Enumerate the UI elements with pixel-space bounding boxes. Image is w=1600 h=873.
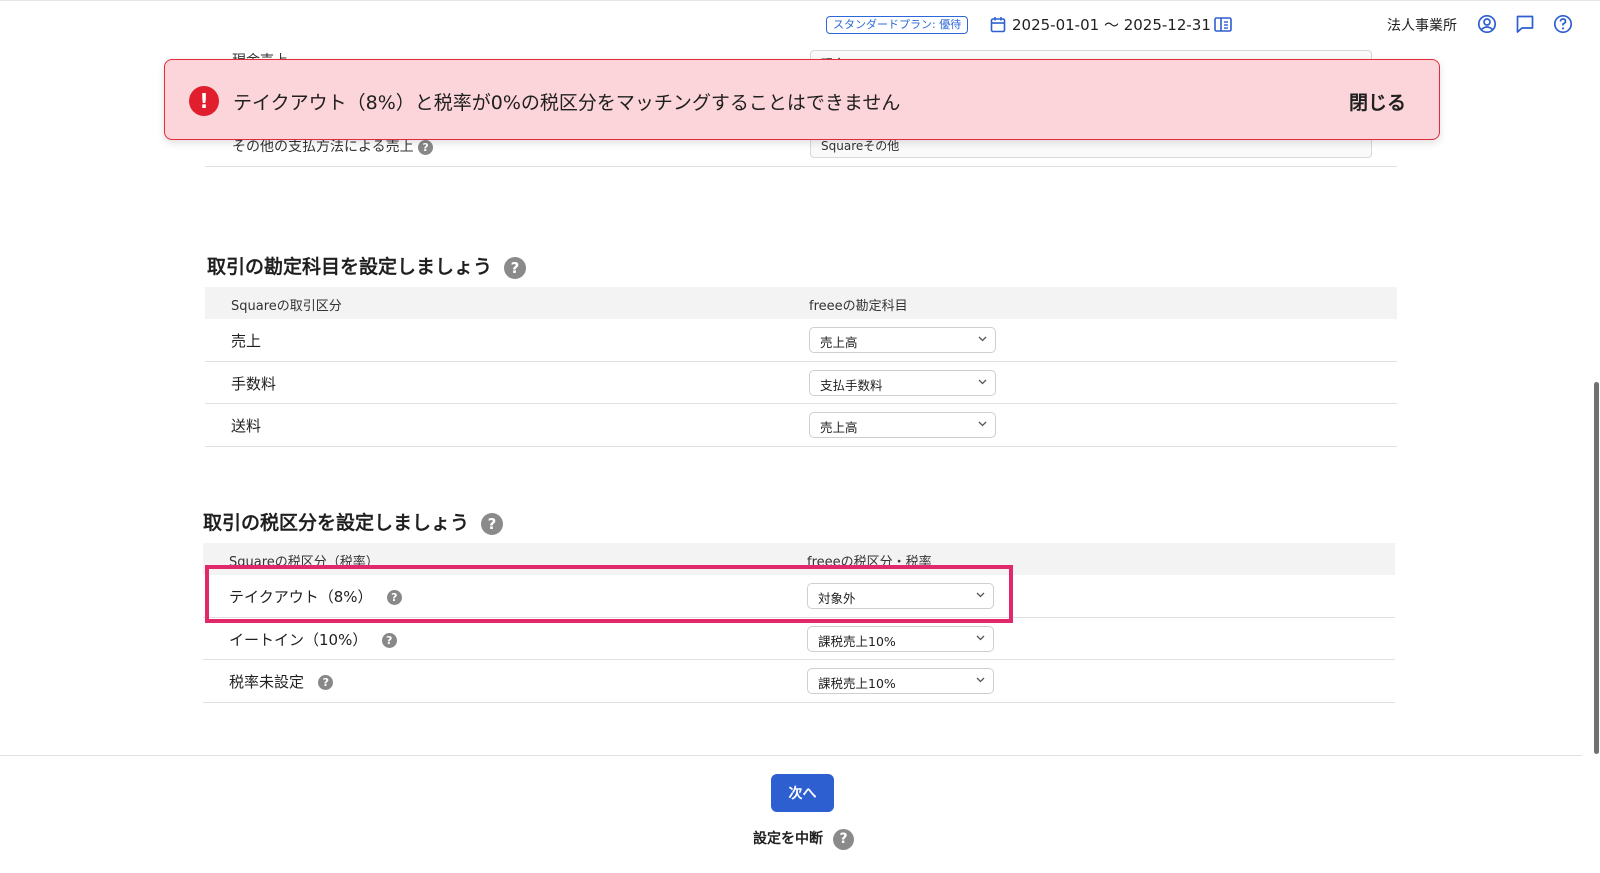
row-label: 税率未設定 ? [229, 671, 334, 692]
toast-message: テイクアウト（8%）と税率が0%の税区分をマッチングすることはできません [233, 92, 901, 114]
help-icon[interactable]: ? [381, 632, 397, 648]
row-label: 売上 [231, 332, 262, 350]
chevron-down-icon [976, 635, 985, 640]
row-label: イートイン（10%） ? [229, 629, 397, 650]
footer-divider [0, 755, 1582, 756]
abort-setup-link[interactable]: 設定を中断 [753, 831, 823, 847]
chevron-down-icon [978, 336, 987, 342]
tax-select[interactable]: 課税売上10% [807, 625, 994, 652]
row-label: 送料 [231, 417, 262, 435]
user-account-icon[interactable] [1477, 14, 1497, 34]
tax-section-title: 取引の税区分を設定しましょう? [203, 508, 504, 535]
table-row: 税率未設定 ? 課税売上10% [203, 660, 1395, 703]
next-button[interactable]: 次へ [771, 774, 834, 812]
help-icon[interactable]: ? [504, 256, 527, 279]
chevron-down-icon [978, 421, 987, 427]
tax-select[interactable]: 課税売上10% [807, 668, 994, 694]
error-alert-icon: ! [189, 86, 219, 116]
fiscal-period[interactable]: 2025-01-01 〜 2025-12-31 [1012, 14, 1211, 35]
highlight-annotation [205, 565, 1013, 623]
scrollbar-thumb[interactable] [1594, 382, 1599, 754]
toast-close-button[interactable]: 閉じる [1349, 88, 1406, 115]
top-header: スタンダードプラン: 優待 2025-01-01 〜 2025-12-31 法人… [0, 0, 1600, 48]
abort-setup: 設定を中断? [753, 828, 854, 850]
error-toast: ! テイクアウト（8%）と税率が0%の税区分をマッチングすることはできません 閉… [164, 59, 1440, 140]
accounts-section-title: 取引の勘定科目を設定しましょう? [207, 252, 527, 279]
table-row: 送料 売上高 [205, 404, 1397, 447]
plan-badge[interactable]: スタンダードプラン: 優待 [826, 16, 969, 34]
account-select[interactable]: 売上高 [809, 412, 996, 438]
chat-icon[interactable] [1515, 14, 1535, 34]
col-freee-header: freeeの勘定科目 [809, 299, 908, 314]
col-square-header: Squareの取引区分 [231, 299, 342, 314]
help-icon[interactable]: ? [481, 512, 504, 535]
ledger-icon[interactable] [1214, 16, 1232, 33]
table-row: 売上 売上高 [205, 319, 1397, 362]
table-row: イートイン（10%） ? 課税売上10% [203, 618, 1395, 660]
table-row: 手数料 支払手数料 [205, 362, 1397, 404]
help-circle-icon[interactable] [1553, 14, 1573, 34]
help-icon[interactable]: ? [318, 675, 334, 690]
office-name[interactable]: 法人事業所 [1387, 15, 1457, 35]
calendar-icon[interactable] [990, 16, 1006, 33]
chevron-down-icon [978, 379, 987, 384]
account-select[interactable]: 支払手数料 [809, 369, 996, 396]
accounts-table: Squareの取引区分 freeeの勘定科目 売上 売上高 手数料 支払手数料 … [205, 287, 1397, 447]
account-select[interactable]: 売上高 [809, 327, 996, 353]
help-icon[interactable]: ? [833, 828, 854, 850]
divider [205, 166, 1397, 167]
chevron-down-icon [976, 677, 985, 683]
help-icon[interactable]: ? [418, 139, 434, 155]
row-label: 手数料 [231, 374, 277, 393]
table-header: Squareの取引区分 freeeの勘定科目 [205, 287, 1397, 319]
